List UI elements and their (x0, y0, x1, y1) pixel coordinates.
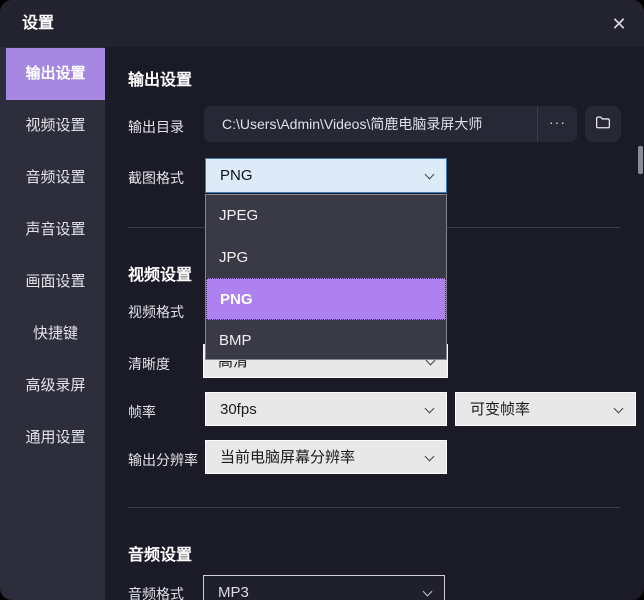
chevron-down-icon (424, 451, 435, 462)
title-bar: 设置 ✕ (0, 0, 644, 47)
dropdown-option-bmp[interactable]: BMP (206, 320, 446, 362)
framerate-mode-combobox[interactable]: 可变帧率 (455, 392, 636, 426)
screenshot-format-label: 截图格式 (128, 170, 184, 186)
screenshot-format-value: PNG (220, 167, 253, 184)
audio-format-value: MP3 (218, 584, 249, 600)
open-folder-button[interactable] (585, 106, 621, 142)
settings-content: 输出设置 输出目录 C:\Users\Admin\Videos\简鹿电脑录屏大师… (105, 47, 644, 600)
output-section-header: 输出设置 (128, 72, 193, 89)
dropdown-option-jpg[interactable]: JPG (206, 237, 446, 279)
scrollbar-thumb[interactable] (638, 146, 643, 174)
resolution-label: 输出分辨率 (128, 452, 198, 468)
framerate-combobox[interactable]: 30fps (205, 392, 447, 426)
folder-icon (594, 113, 612, 136)
sidebar-item-video[interactable]: 视频设置 (6, 100, 105, 152)
dropdown-option-jpeg[interactable]: JPEG (206, 195, 446, 237)
screenshot-format-combobox[interactable]: PNG (205, 158, 447, 193)
dropdown-option-png[interactable]: PNG (206, 278, 446, 320)
framerate-value: 30fps (220, 401, 257, 418)
output-dir-input[interactable]: C:\Users\Admin\Videos\简鹿电脑录屏大师 ··· (204, 106, 577, 142)
output-dir-label: 输出目录 (128, 119, 184, 135)
resolution-combobox[interactable]: 当前电脑屏幕分辨率 (205, 440, 447, 474)
video-section-header: 视频设置 (128, 267, 193, 284)
video-format-label: 视频格式 (128, 304, 184, 320)
sidebar-item-sound[interactable]: 声音设置 (6, 204, 105, 256)
section-divider (128, 507, 620, 508)
screenshot-format-dropdown-list: JPEG JPG PNG BMP (205, 194, 447, 360)
resolution-value: 当前电脑屏幕分辨率 (220, 449, 356, 466)
sidebar-item-picture[interactable]: 画面设置 (6, 256, 105, 308)
close-icon[interactable]: ✕ (606, 12, 632, 36)
sidebar-item-general[interactable]: 通用设置 (6, 412, 105, 464)
browse-ellipsis-button[interactable]: ··· (537, 106, 577, 142)
chevron-down-icon (424, 403, 435, 414)
dialog-title: 设置 (22, 15, 55, 32)
clarity-label: 清晰度 (128, 356, 170, 372)
output-dir-value: C:\Users\Admin\Videos\简鹿电脑录屏大师 (222, 116, 483, 132)
chevron-down-icon (613, 403, 624, 414)
settings-dialog: 设置 ✕ 输出设置 视频设置 音频设置 声音设置 画面设置 快捷键 高级录屏 通… (0, 0, 644, 600)
sidebar-item-advanced[interactable]: 高级录屏 (6, 360, 105, 412)
sidebar-item-hotkeys[interactable]: 快捷键 (6, 308, 105, 360)
audio-section-header: 音频设置 (128, 547, 193, 564)
audio-format-label: 音频格式 (128, 586, 184, 600)
settings-sidebar: 输出设置 视频设置 音频设置 声音设置 画面设置 快捷键 高级录屏 通用设置 (0, 47, 105, 600)
audio-format-combobox[interactable]: MP3 (203, 575, 445, 600)
chevron-down-icon (424, 169, 435, 180)
framerate-mode-value: 可变帧率 (470, 401, 531, 418)
sidebar-item-output[interactable]: 输出设置 (6, 48, 105, 100)
chevron-down-icon (422, 586, 433, 597)
framerate-label: 帧率 (128, 404, 156, 420)
sidebar-item-audio[interactable]: 音频设置 (6, 152, 105, 204)
